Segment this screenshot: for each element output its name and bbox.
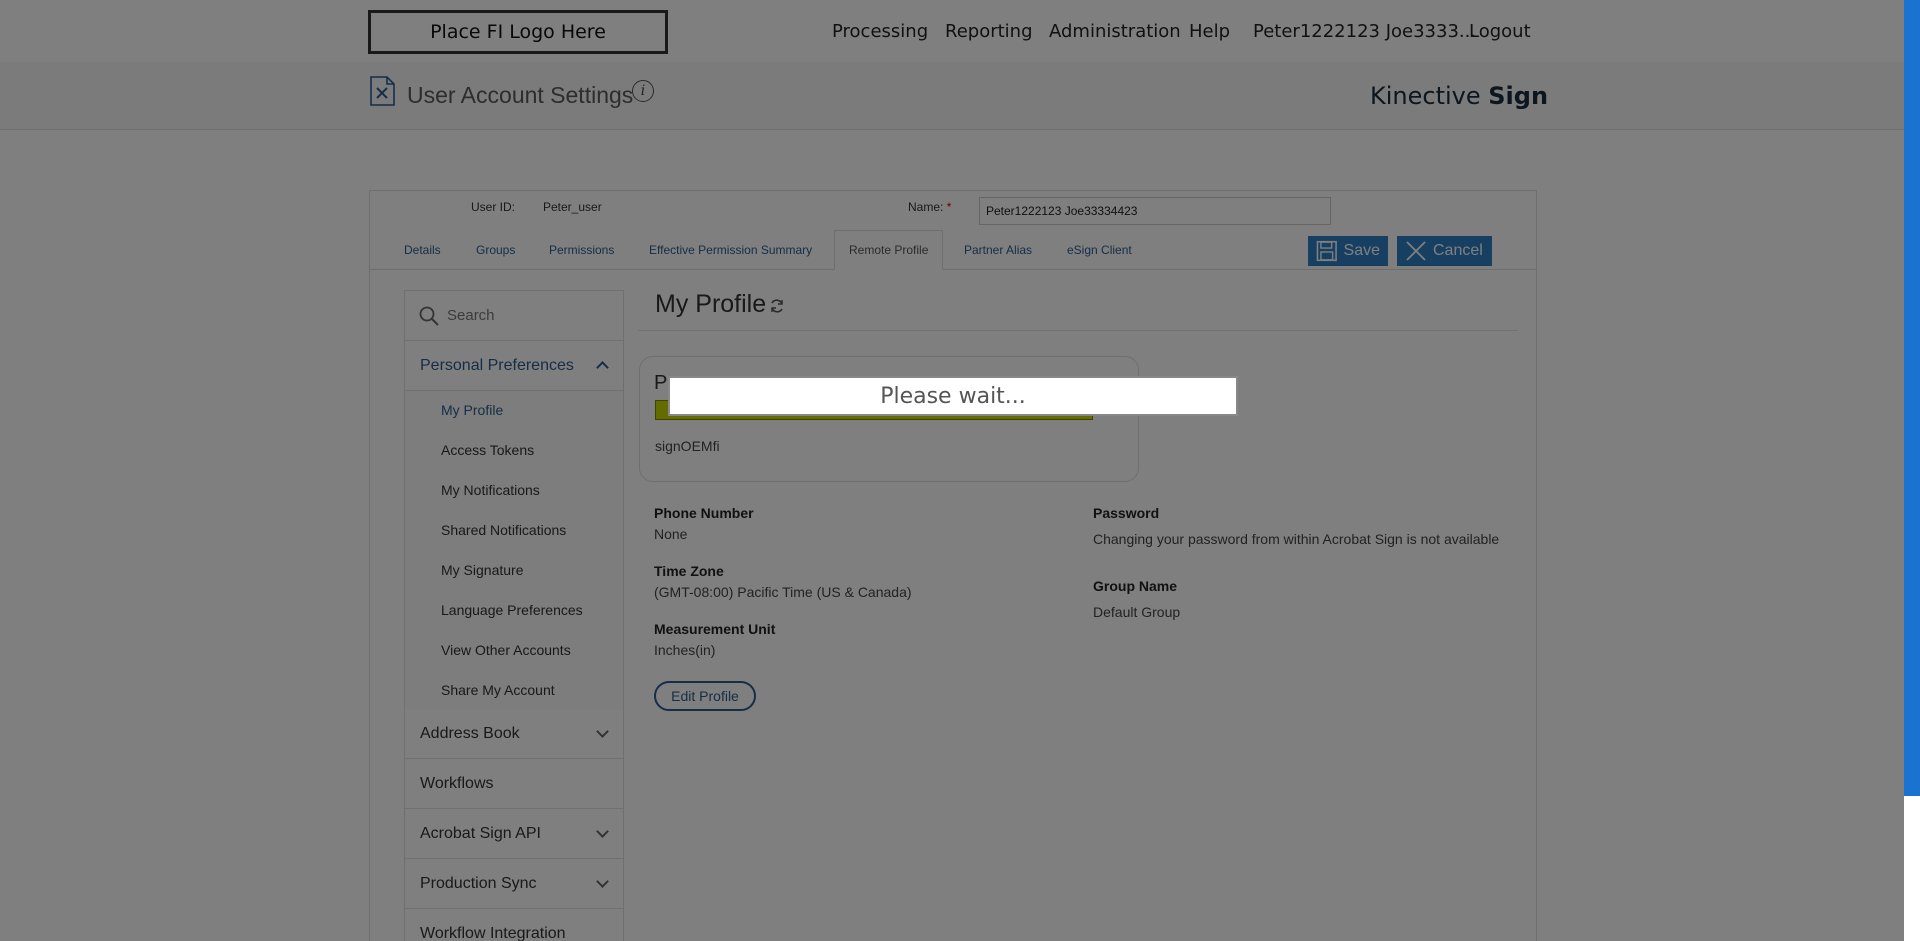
scrollbar-thumb[interactable] bbox=[1904, 0, 1920, 796]
please-wait-dialog: Please wait... bbox=[668, 376, 1238, 416]
loading-overlay bbox=[0, 0, 1904, 941]
page: Place FI Logo Here Processing Reporting … bbox=[0, 0, 1920, 941]
